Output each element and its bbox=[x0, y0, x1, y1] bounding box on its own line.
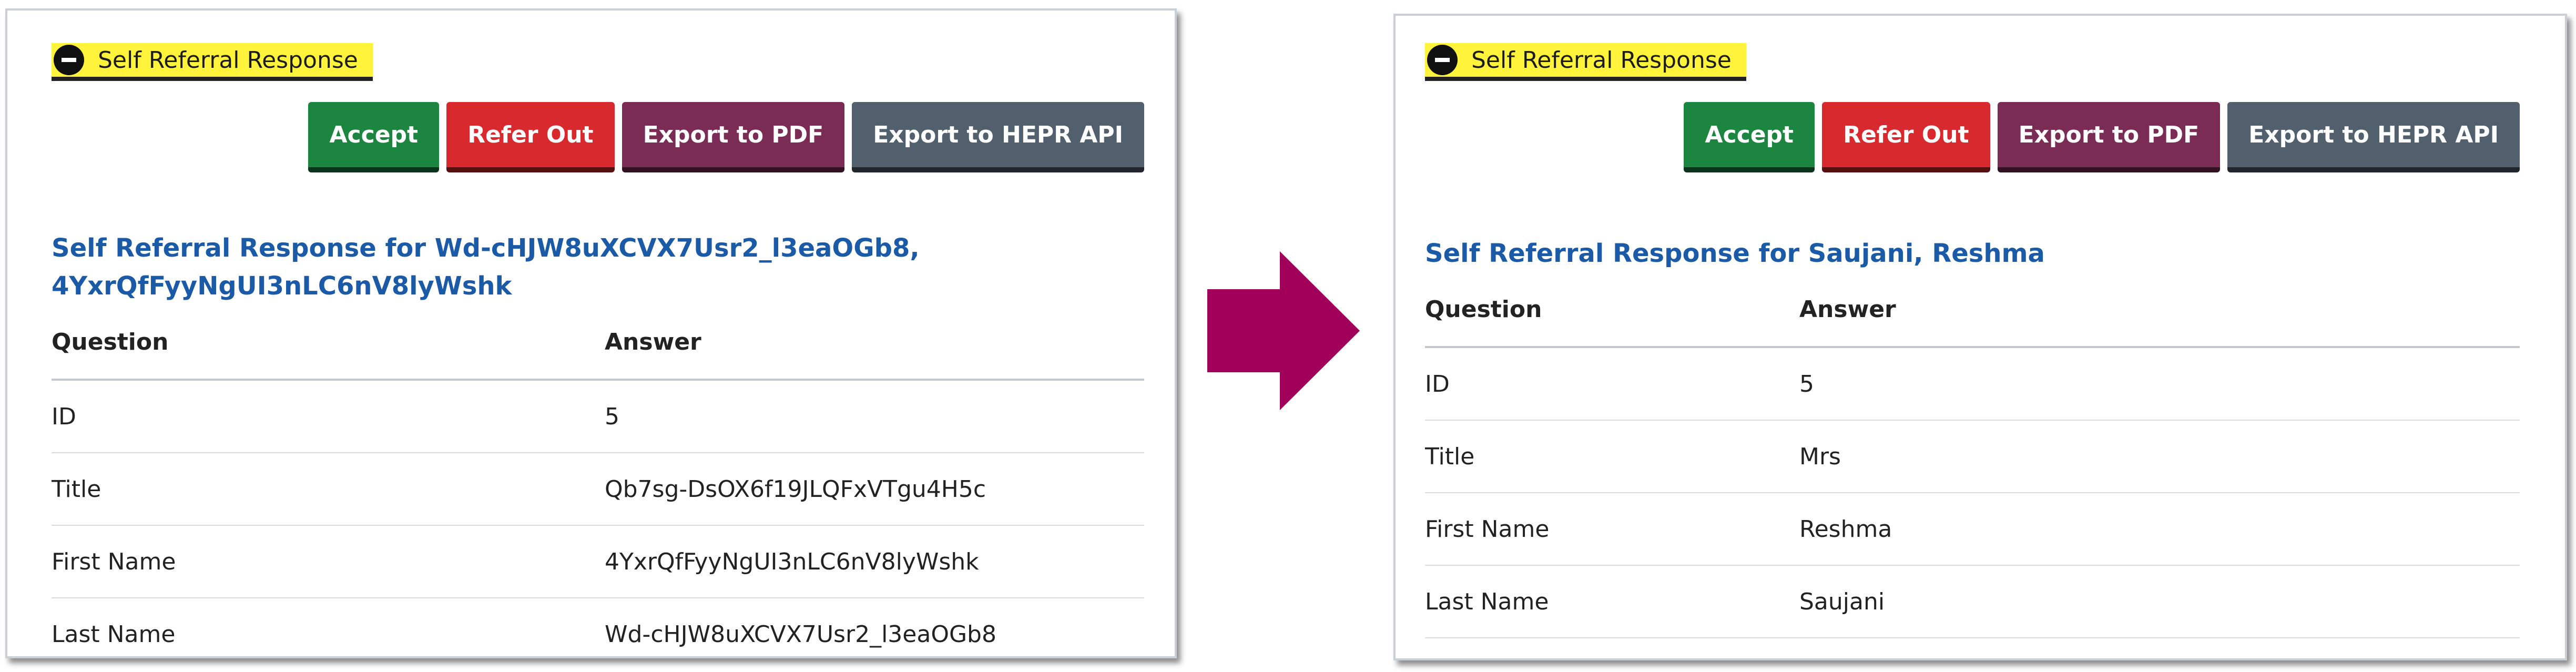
answer-cell: 5 bbox=[1799, 347, 2520, 421]
table-row: Last Name Wd-cHJW8uXCVX7Usr2_l3eaOGb8 bbox=[52, 598, 1144, 656]
accept-button[interactable]: Accept bbox=[308, 102, 440, 172]
question-cell: First Name bbox=[1425, 493, 1799, 566]
after-panel: Self Referral Response Accept Refer Out … bbox=[1393, 14, 2567, 660]
table-row: Title Mrs bbox=[1425, 420, 2520, 493]
question-cell: Title bbox=[52, 453, 605, 526]
right-arrow-icon bbox=[1207, 251, 1360, 410]
question-column-header: Question bbox=[52, 305, 605, 381]
question-cell: ID bbox=[1425, 347, 1799, 421]
answer-column-header: Answer bbox=[1799, 272, 2520, 348]
accept-button[interactable]: Accept bbox=[1684, 102, 1815, 172]
question-cell: Title bbox=[1425, 420, 1799, 493]
table-row: ID 5 bbox=[52, 380, 1144, 453]
refer-out-button[interactable]: Refer Out bbox=[446, 102, 615, 172]
table-row: Last Name Saujani bbox=[1425, 565, 2520, 638]
toggle-label: Self Referral Response bbox=[98, 46, 358, 74]
page-title: Self Referral Response for Saujani, Resh… bbox=[1425, 239, 2045, 268]
answer-cell: Mrs bbox=[1799, 420, 2520, 493]
question-answer-table: Question Answer ID 5 Title Mrs First Nam… bbox=[1425, 272, 2520, 638]
export-to-pdf-button[interactable]: Export to PDF bbox=[1997, 102, 2221, 172]
page-title-line-2: 4YxrQfFyyNgUI3nLC6nV8lyWshk bbox=[52, 271, 512, 301]
answer-cell: 4YxrQfFyyNgUI3nLC6nV8lyWshk bbox=[605, 525, 1144, 598]
self-referral-response-toggle[interactable]: Self Referral Response bbox=[52, 43, 373, 81]
table-row: First Name Reshma bbox=[1425, 493, 2520, 566]
action-buttons: Accept Refer Out Export to PDF Export to… bbox=[1425, 102, 2520, 172]
after-panel-content: Self Referral Response Accept Refer Out … bbox=[1425, 43, 2520, 638]
export-to-hepr-api-button[interactable]: Export to HEPR API bbox=[2227, 102, 2520, 172]
question-cell: Last Name bbox=[1425, 565, 1799, 638]
refer-out-button[interactable]: Refer Out bbox=[1822, 102, 1990, 172]
self-referral-response-toggle[interactable]: Self Referral Response bbox=[1425, 43, 1746, 81]
table-header-row: Question Answer bbox=[52, 305, 1144, 381]
table-row: First Name 4YxrQfFyyNgUI3nLC6nV8lyWshk bbox=[52, 525, 1144, 598]
question-cell: Last Name bbox=[52, 598, 605, 656]
arrow-shape bbox=[1207, 251, 1360, 410]
question-cell: First Name bbox=[52, 525, 605, 598]
table-row: ID 5 bbox=[1425, 347, 2520, 421]
toggle-label: Self Referral Response bbox=[1471, 46, 1732, 74]
question-column-header: Question bbox=[1425, 272, 1799, 348]
minus-circle-icon bbox=[1427, 45, 1458, 75]
before-panel: Self Referral Response Accept Refer Out … bbox=[5, 8, 1177, 658]
before-panel-content: Self Referral Response Accept Refer Out … bbox=[52, 43, 1144, 656]
table-header-row: Question Answer bbox=[1425, 272, 2520, 348]
page-title: Self Referral Response for Wd-cHJW8uXCVX… bbox=[52, 229, 1144, 305]
minus-circle-icon bbox=[54, 45, 84, 75]
answer-cell: Wd-cHJW8uXCVX7Usr2_l3eaOGb8 bbox=[605, 598, 1144, 656]
page-title-line-1: Self Referral Response for Wd-cHJW8uXCVX… bbox=[52, 233, 920, 263]
answer-column-header: Answer bbox=[605, 305, 1144, 381]
table-row: Title Qb7sg-DsOX6f19JLQFxVTgu4H5c bbox=[52, 453, 1144, 526]
export-to-pdf-button[interactable]: Export to PDF bbox=[622, 102, 845, 172]
answer-cell: Saujani bbox=[1799, 565, 2520, 638]
question-cell: ID bbox=[52, 380, 605, 453]
answer-cell: Reshma bbox=[1799, 493, 2520, 566]
question-answer-table: Question Answer ID 5 Title Qb7sg-DsOX6f1… bbox=[52, 305, 1144, 656]
answer-cell: Qb7sg-DsOX6f19JLQFxVTgu4H5c bbox=[605, 453, 1144, 526]
action-buttons: Accept Refer Out Export to PDF Export to… bbox=[52, 102, 1144, 172]
export-to-hepr-api-button[interactable]: Export to HEPR API bbox=[852, 102, 1144, 172]
answer-cell: 5 bbox=[605, 380, 1144, 453]
